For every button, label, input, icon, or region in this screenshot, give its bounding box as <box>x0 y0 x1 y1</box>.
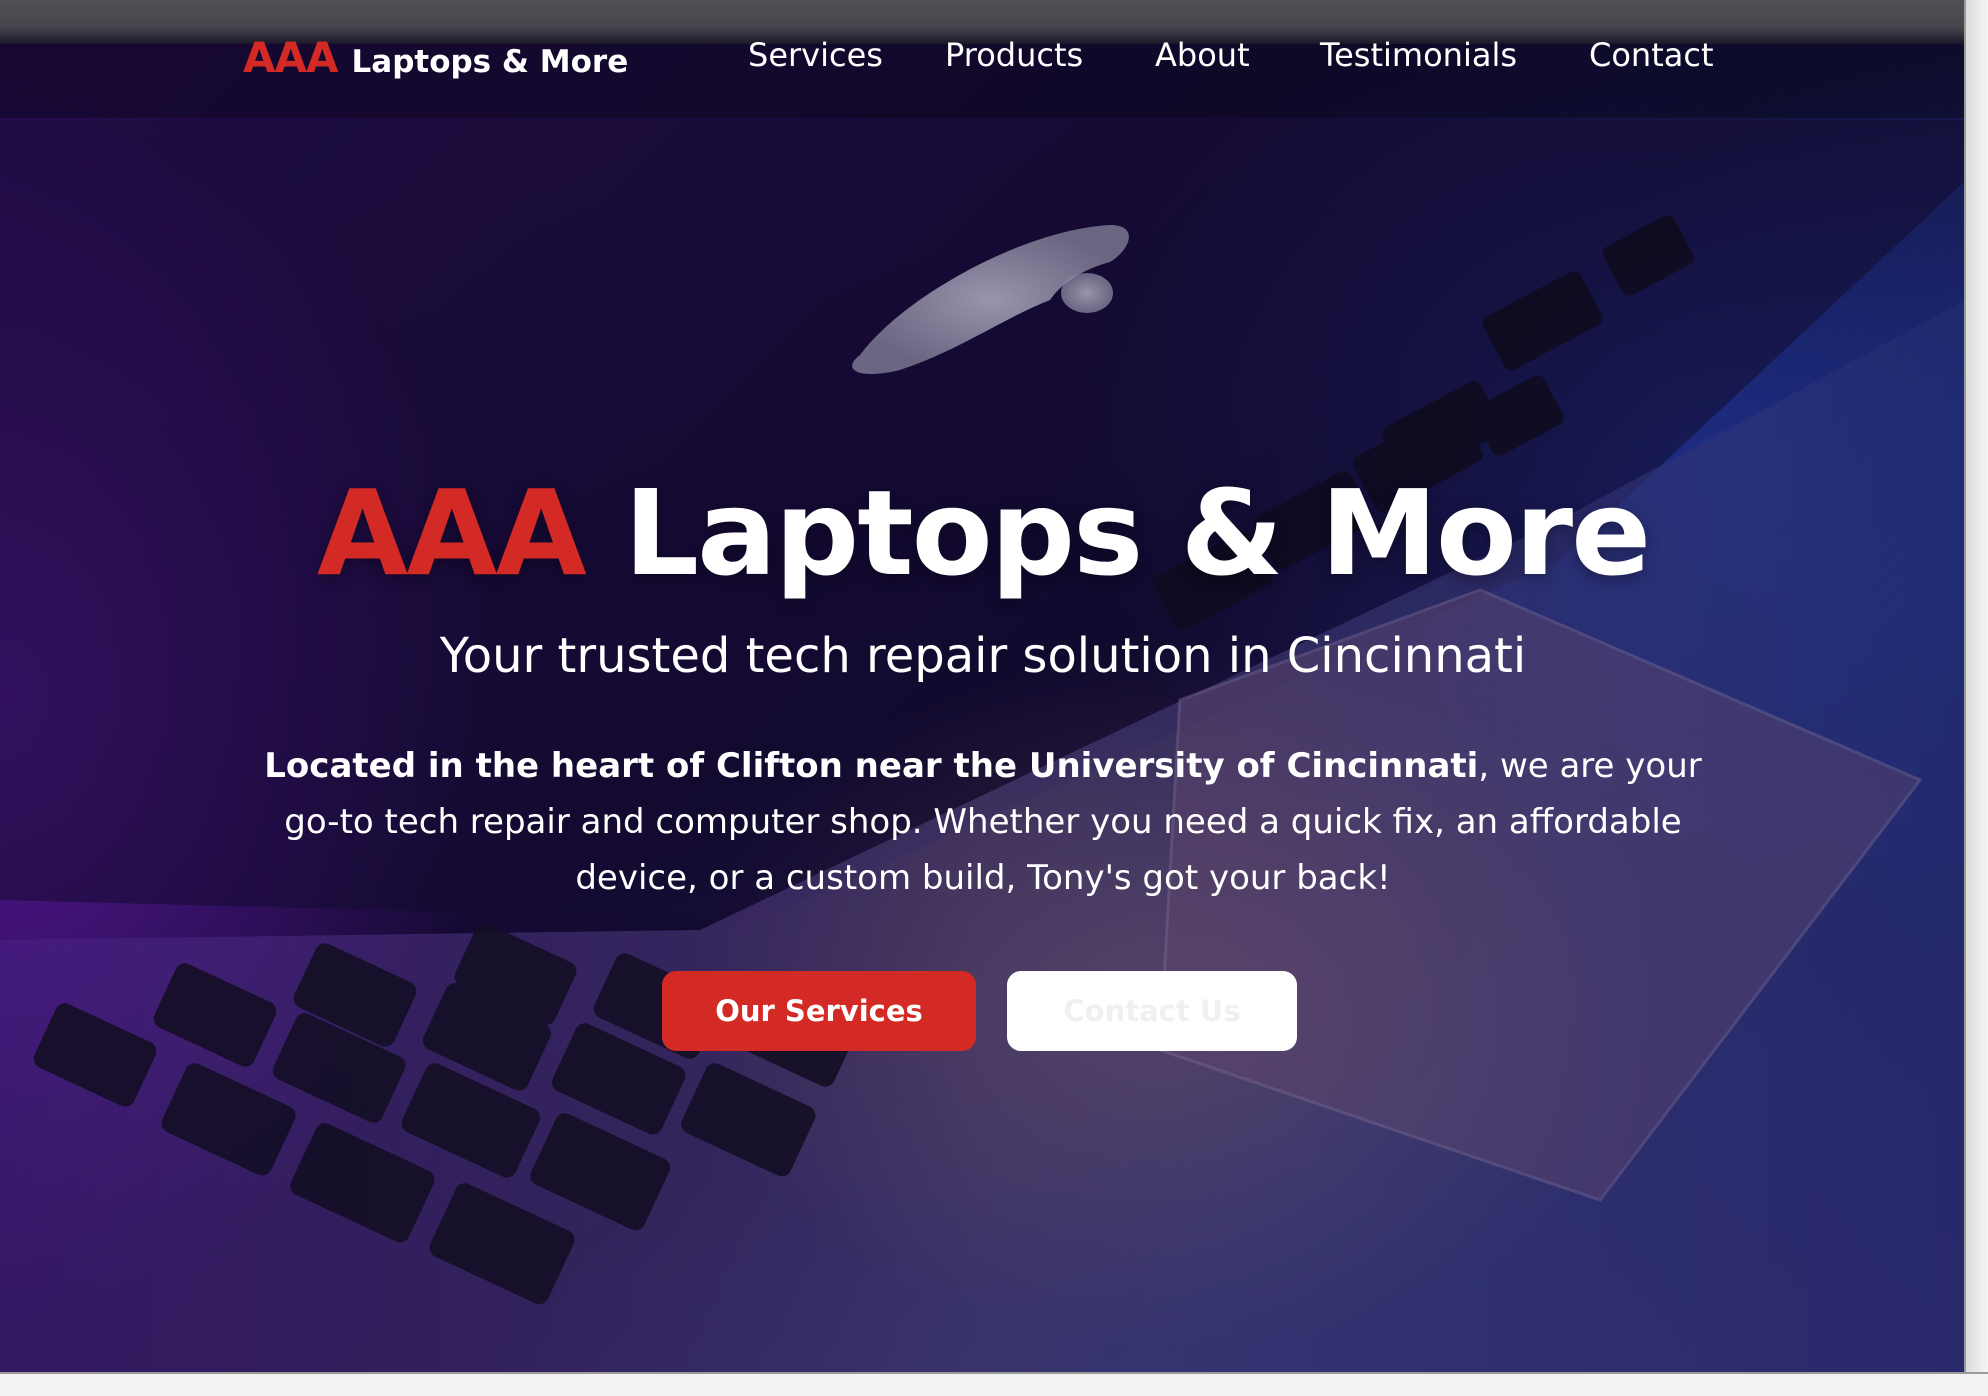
navbar: AAA Laptops & More Services Products Abo… <box>0 0 1966 118</box>
hero-description: Located in the heart of Clifton near the… <box>250 738 1716 906</box>
window-chrome-right <box>1964 0 1988 1396</box>
nav-link-services[interactable]: Services <box>748 36 883 74</box>
nav-link-testimonials[interactable]: Testimonials <box>1320 36 1517 74</box>
hero-title-highlight: AAA <box>316 464 587 602</box>
our-services-button[interactable]: Our Services <box>662 971 976 1051</box>
hero-title: AAA Laptops & More <box>0 468 1966 598</box>
nav-link-products[interactable]: Products <box>945 36 1083 74</box>
hero-description-bold: Located in the heart of Clifton near the… <box>264 746 1479 786</box>
contact-us-button[interactable]: Contact Us <box>1007 971 1297 1051</box>
window-chrome-bottom <box>0 1372 1988 1396</box>
nav-link-contact[interactable]: Contact <box>1589 36 1714 74</box>
hero-subtitle: Your trusted tech repair solution in Cin… <box>439 628 1527 684</box>
nav-link-about[interactable]: About <box>1155 36 1250 74</box>
hero-title-rest: Laptops & More <box>623 464 1651 602</box>
page: AAA Laptops & More Services Products Abo… <box>0 0 1988 1396</box>
hero-overlay <box>0 0 1966 1374</box>
nav-links: Services Products About Testimonials Con… <box>0 36 1966 76</box>
hero-background <box>0 0 1966 1374</box>
